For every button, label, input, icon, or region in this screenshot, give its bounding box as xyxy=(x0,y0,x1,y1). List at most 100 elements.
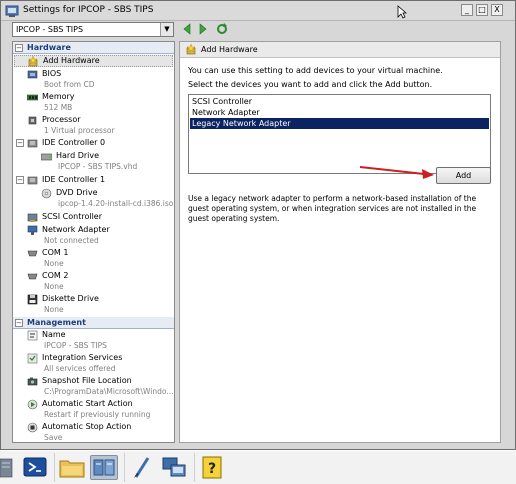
settings-window: Settings for IPCOP - SBS TIPS _ □ X IPCO… xyxy=(0,0,516,450)
hardware-section-header[interactable]: − Hardware xyxy=(13,42,174,54)
list-item[interactable]: Network Adapter xyxy=(190,107,489,118)
management-section-header[interactable]: − Management xyxy=(13,317,174,329)
management-section-label: Management xyxy=(27,318,86,327)
sidebar-item-processor[interactable]: Processor 1 Virtual processor xyxy=(14,115,173,137)
close-button[interactable]: X xyxy=(491,4,503,16)
start-action-icon xyxy=(27,399,38,410)
sidebar-item-add-hardware[interactable]: Add Hardware xyxy=(14,55,173,67)
collapse-icon[interactable]: − xyxy=(15,319,23,327)
sidebar-item-name[interactable]: Name IPCOP - SBS TIPS xyxy=(14,330,173,352)
sidebar-item-label: Diskette Drive xyxy=(42,294,99,303)
stop-action-icon xyxy=(27,422,38,433)
list-item-selected[interactable]: Legacy Network Adapter xyxy=(190,118,489,129)
server-icon[interactable] xyxy=(0,457,14,479)
device-description: Use a legacy network adapter to perform … xyxy=(188,194,477,223)
ide-controller-icon xyxy=(27,139,38,148)
taskbar-separator xyxy=(54,453,55,482)
sidebar-item-label: IDE Controller 0 xyxy=(42,138,106,147)
sidebar-item-detail: IPCOP - SBS TIPS xyxy=(44,341,107,350)
processor-icon xyxy=(28,116,37,125)
help-icon[interactable]: ? xyxy=(198,455,226,480)
sidebar-item-detail: All services offered xyxy=(44,364,116,373)
network-adapter-icon xyxy=(27,225,38,235)
sidebar-item-label: Integration Services xyxy=(42,353,123,362)
sidebar-item-label: Name xyxy=(42,330,66,339)
device-list[interactable]: SCSI Controller Network Adapter Legacy N… xyxy=(188,94,491,174)
maximize-button[interactable]: □ xyxy=(476,4,488,16)
sidebar-item-detail: None xyxy=(44,259,64,268)
collapse-icon[interactable]: − xyxy=(16,139,24,147)
network-icon[interactable] xyxy=(160,455,188,480)
scsi-controller-icon xyxy=(27,213,38,222)
sidebar-item-scsi-controller[interactable]: SCSI Controller xyxy=(14,212,173,224)
chevron-down-icon[interactable]: ▼ xyxy=(160,23,173,36)
sidebar-item-label: SCSI Controller xyxy=(42,212,102,221)
list-item[interactable]: SCSI Controller xyxy=(190,96,489,107)
sidebar-item-label: Snapshot File Location xyxy=(42,376,132,385)
hardware-section-label: Hardware xyxy=(27,43,71,52)
name-icon xyxy=(27,330,38,341)
sidebar-item-snapshot-location[interactable]: Snapshot File Location C:\ProgramData\Mi… xyxy=(14,376,174,398)
sidebar-item-com1[interactable]: COM 1 None xyxy=(14,248,173,270)
settings-window-icon xyxy=(5,5,19,17)
sidebar-item-detail: IPCOP - SBS TIPS.vhd xyxy=(58,162,138,171)
instruction-text: Select the devices you want to add and c… xyxy=(188,80,433,89)
sidebar-item-detail: Not connected xyxy=(44,236,99,245)
add-hardware-icon xyxy=(186,44,196,55)
sidebar-item-ide-controller-0[interactable]: − IDE Controller 0 xyxy=(14,138,173,150)
vm-selector[interactable]: IPCOP - SBS TIPS ▼ xyxy=(12,22,174,37)
title-bar[interactable]: Settings for IPCOP - SBS TIPS _ □ X xyxy=(1,1,515,21)
sidebar-item-hard-drive[interactable]: Hard Drive IPCOP - SBS TIPS.vhd xyxy=(14,151,173,173)
sidebar-item-bios[interactable]: BIOS Boot from CD xyxy=(14,69,173,91)
vm-selector-value: IPCOP - SBS TIPS xyxy=(16,25,84,34)
integration-services-icon xyxy=(27,353,38,364)
collapse-icon[interactable]: − xyxy=(16,176,24,184)
svg-text:?: ? xyxy=(208,461,216,477)
diskette-icon xyxy=(27,294,38,305)
add-button[interactable]: Add xyxy=(436,167,491,184)
sidebar-item-detail: ipcop-1.4.20-install-cd.i386.iso xyxy=(58,199,174,208)
dvd-drive-icon xyxy=(41,188,52,199)
sidebar-item-diskette-drive[interactable]: Diskette Drive None xyxy=(14,294,173,316)
snapshot-icon xyxy=(27,377,38,386)
ide-controller-icon xyxy=(27,176,38,185)
paint-icon[interactable] xyxy=(128,455,156,480)
sidebar-item-com2[interactable]: COM 2 None xyxy=(14,271,173,293)
add-hardware-panel: Add Hardware You can use this setting to… xyxy=(179,41,501,443)
refresh-icon[interactable] xyxy=(216,22,228,36)
sidebar-item-integration-services[interactable]: Integration Services All services offere… xyxy=(14,353,173,375)
hyper-v-icon xyxy=(93,459,115,476)
sidebar-item-detail: 512 MB xyxy=(44,103,73,112)
mouse-cursor-icon xyxy=(397,5,407,19)
sidebar-item-memory[interactable]: Memory 512 MB xyxy=(14,92,173,114)
powershell-icon[interactable] xyxy=(22,455,50,480)
hyper-v-taskbar-button[interactable] xyxy=(90,455,118,480)
sidebar-item-ide-controller-1[interactable]: − IDE Controller 1 xyxy=(14,175,173,187)
taskbar-separator xyxy=(124,453,125,482)
collapse-icon[interactable]: − xyxy=(15,44,23,52)
sidebar-item-detail: None xyxy=(44,305,64,314)
sidebar-item-network-adapter[interactable]: Network Adapter Not connected xyxy=(14,225,173,247)
sidebar-item-label: Memory xyxy=(42,92,75,101)
minimize-button[interactable]: _ xyxy=(461,4,473,16)
taskbar-separator xyxy=(194,453,195,482)
sidebar-item-label: Hard Drive xyxy=(56,151,100,160)
red-arrow-annotation xyxy=(359,166,434,179)
sidebar-item-label: DVD Drive xyxy=(56,188,98,197)
window-title: Settings for IPCOP - SBS TIPS xyxy=(23,5,154,15)
sidebar-item-label: Network Adapter xyxy=(42,225,110,234)
forward-arrow-icon[interactable] xyxy=(197,22,209,36)
bios-chip-icon xyxy=(27,70,38,79)
sidebar-item-automatic-stop[interactable]: Automatic Stop Action Save xyxy=(14,422,173,442)
hard-drive-icon xyxy=(41,153,52,161)
back-arrow-icon[interactable] xyxy=(181,22,193,36)
sidebar-item-label: Automatic Stop Action xyxy=(42,422,132,431)
panel-header: Add Hardware xyxy=(180,42,500,58)
sidebar-item-detail: None xyxy=(44,282,64,291)
sidebar-item-detail: Boot from CD xyxy=(44,80,95,89)
file-explorer-icon[interactable] xyxy=(58,455,86,480)
sidebar-item-label: Add Hardware xyxy=(43,56,100,65)
sidebar-item-dvd-drive[interactable]: DVD Drive ipcop-1.4.20-install-cd.i386.i… xyxy=(14,188,173,210)
sidebar-item-automatic-start[interactable]: Automatic Start Action Restart if previo… xyxy=(14,399,173,421)
sidebar-item-label: BIOS xyxy=(42,69,62,78)
